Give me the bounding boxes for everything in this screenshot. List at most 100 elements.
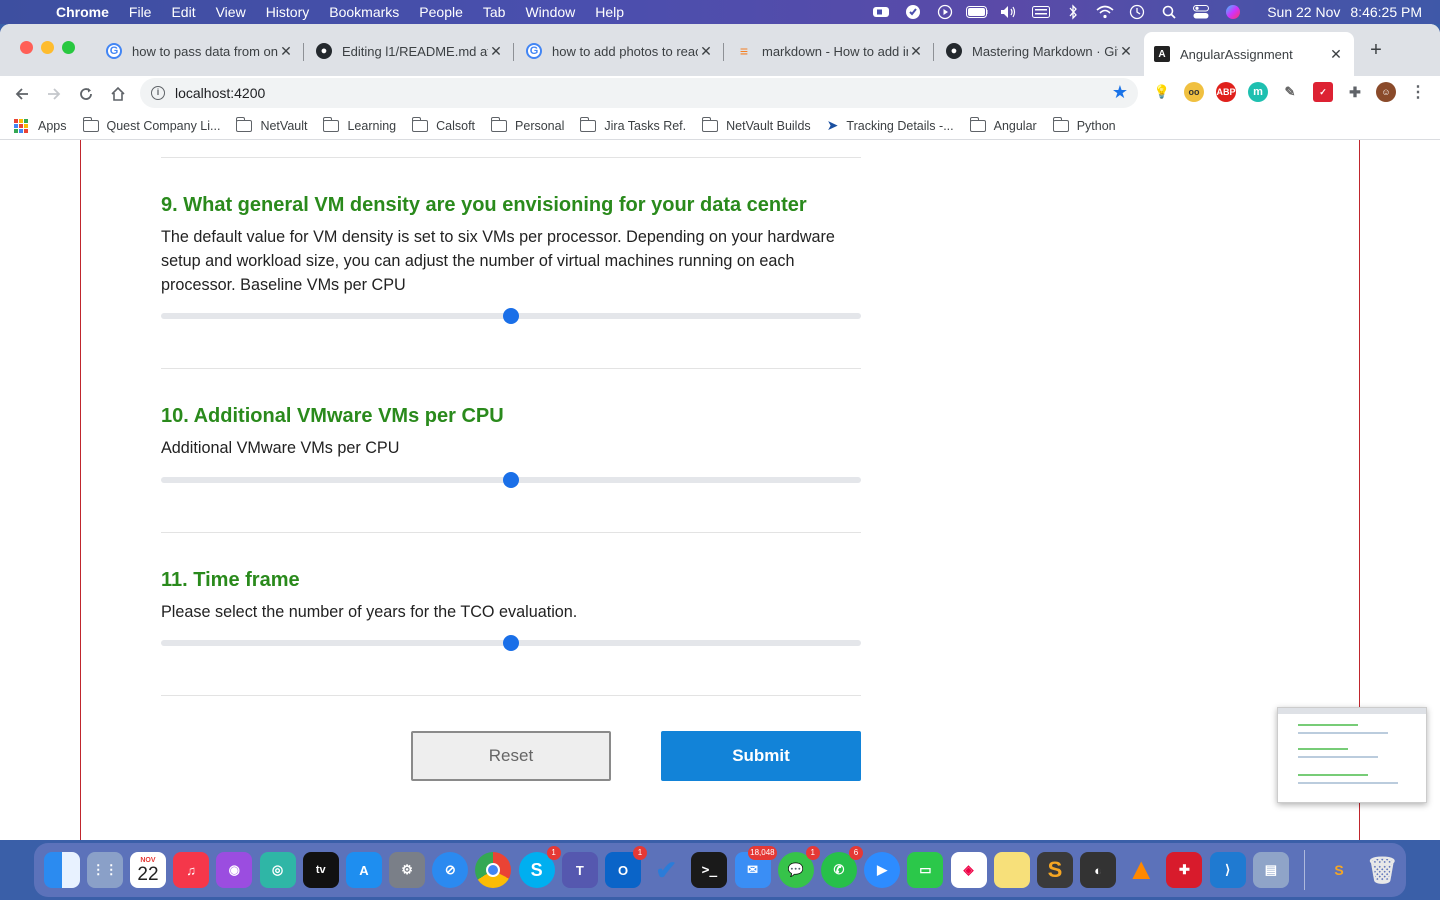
vscode-icon[interactable]: ⟩ [1209,852,1246,888]
chrome-icon[interactable] [475,852,512,888]
tasks-status-icon[interactable] [902,4,924,20]
close-window-button[interactable] [20,41,33,54]
vm-density-slider[interactable] [161,306,861,326]
slider-thumb[interactable] [503,635,519,651]
bookmark-folder[interactable]: NetVault [236,116,307,133]
menu-tab[interactable]: Tab [473,0,516,24]
close-icon[interactable]: ✕ [488,43,504,60]
notes-icon[interactable] [993,852,1030,888]
apple-tv-icon[interactable]: tv [302,852,339,888]
new-tab-button[interactable]: + [1366,40,1386,60]
menu-bookmarks[interactable]: Bookmarks [319,0,409,24]
finder-icon[interactable] [43,852,80,888]
menu-edit[interactable]: Edit [161,0,205,24]
bookmark-folder[interactable]: Learning [323,116,396,133]
photo-editor-icon[interactable]: ◐ [1080,852,1117,888]
address-url[interactable]: localhost:4200 [175,85,265,101]
close-icon[interactable]: ✕ [1328,46,1344,63]
bookmark-folder[interactable]: Python [1052,116,1116,133]
menu-clock[interactable]: Sun 22 Nov 8:46:25 PM [1257,4,1422,20]
bookmark-folder[interactable]: Jira Tasks Ref. [580,116,686,133]
tab-2[interactable]: G how to add photos to react ✕ [516,34,724,68]
whatsapp-icon[interactable]: ✆ 6 [820,846,863,888]
vlc-icon[interactable]: ▲ [1123,852,1159,888]
sublime-text-icon[interactable]: S [1036,852,1073,888]
bookmark-folder[interactable]: Calsoft [412,116,475,133]
tab-1[interactable]: ● Editing l1/README.md at ✕ [306,34,514,68]
battery-icon[interactable] [966,4,989,20]
time-frame-slider[interactable] [161,633,861,653]
system-preferences-icon[interactable]: ⚙ [389,852,426,888]
tab-3[interactable]: ≡ markdown - How to add im ✕ [726,34,934,68]
app-store-icon[interactable]: A [345,852,382,888]
bookmark-star-icon[interactable]: ★ [1112,82,1128,103]
slider-thumb[interactable] [503,472,519,488]
screenshot-preview-thumbnail[interactable] [1277,707,1427,803]
glasses-extension-icon[interactable]: oo [1184,82,1204,102]
play-status-icon[interactable] [934,4,956,20]
safari-icon[interactable]: ⊘ [432,852,469,888]
menu-history[interactable]: History [256,0,320,24]
siri-icon[interactable] [1222,4,1244,20]
close-icon[interactable]: ✕ [908,43,924,60]
bluetooth-icon[interactable] [1062,4,1084,20]
extensions-puzzle-icon[interactable]: ✚ [1345,82,1365,102]
music-icon[interactable]: ♫ [173,852,210,888]
notes-art-icon[interactable]: ◈ [950,852,987,888]
time-machine-icon[interactable] [1126,4,1148,20]
chrome-menu-icon[interactable]: ⋮ [1408,82,1428,102]
menu-help[interactable]: Help [585,0,634,24]
mail-icon[interactable]: ✉ 18,048 [734,846,777,888]
close-icon[interactable]: ✕ [1118,43,1134,60]
page-viewport[interactable]: 9. What general VM density are you envis… [0,140,1440,840]
menu-file[interactable]: File [119,0,162,24]
forward-button[interactable] [38,78,70,110]
bookmark-folder[interactable]: Personal [491,116,564,133]
bookmark-folder[interactable]: Quest Company Li... [82,116,220,133]
submit-button[interactable]: Submit [661,731,861,781]
site-info-icon[interactable]: i [151,86,165,100]
bookmark-folder[interactable]: NetVault Builds [702,116,811,133]
calendar-icon[interactable]: NOV 22 [129,852,166,888]
slider-thumb[interactable] [503,308,519,324]
facetime-icon[interactable]: ▭ [907,852,944,888]
bookmark-link[interactable]: ➤ Tracking Details -... [827,117,954,134]
minimize-window-button[interactable] [41,41,54,54]
zoom-icon[interactable]: ▶ [864,852,901,888]
reset-button[interactable]: Reset [411,731,611,781]
reload-button[interactable] [70,78,102,110]
keyboard-icon[interactable] [1030,4,1052,20]
teams-icon[interactable]: T [561,852,598,888]
close-icon[interactable]: ✕ [278,43,294,60]
menu-people[interactable]: People [409,0,473,24]
profile-avatar[interactable]: ☺ [1376,82,1396,102]
launchpad-icon[interactable]: ⋮⋮ [86,852,123,888]
control-center-icon[interactable] [1190,4,1212,20]
tools-extension-icon[interactable]: ✎ [1280,82,1300,102]
adblock-extension-icon[interactable]: ABP [1216,82,1236,102]
app-menu[interactable]: Chrome [38,0,119,24]
toolbox-icon[interactable]: ✚ [1166,852,1203,888]
additional-vms-slider[interactable] [161,470,861,490]
trash-icon[interactable]: 🗑 [1364,852,1400,888]
wifi-icon[interactable] [1094,4,1116,20]
zoom-status-icon[interactable] [870,4,892,20]
tab-4[interactable]: ● Mastering Markdown · GitH ✕ [936,34,1144,68]
bookmark-folder[interactable]: Angular [969,116,1037,133]
messages-icon[interactable]: 💬 1 [777,846,820,888]
m-extension-icon[interactable]: m [1248,82,1268,102]
address-bar[interactable]: i localhost:4200 ★ [140,78,1138,108]
terminal-icon[interactable]: >_ [691,852,728,888]
tasks-check-icon[interactable]: ✔ [648,852,684,888]
tab-5-active[interactable]: A AngularAssignment ✕ [1144,32,1354,76]
close-icon[interactable]: ✕ [698,43,714,60]
todoist-extension-icon[interactable]: ✓ [1313,82,1333,102]
volume-icon[interactable] [998,4,1020,20]
bookmark-apps[interactable]: Apps [14,118,67,133]
menu-view[interactable]: View [206,0,256,24]
zoom-window-button[interactable] [62,41,75,54]
back-button[interactable] [6,78,38,110]
tab-0[interactable]: G how to pass data from one ✕ [96,34,304,68]
preview-icon[interactable]: ▤ [1252,852,1289,888]
podcasts-icon[interactable]: ◉ [216,852,253,888]
